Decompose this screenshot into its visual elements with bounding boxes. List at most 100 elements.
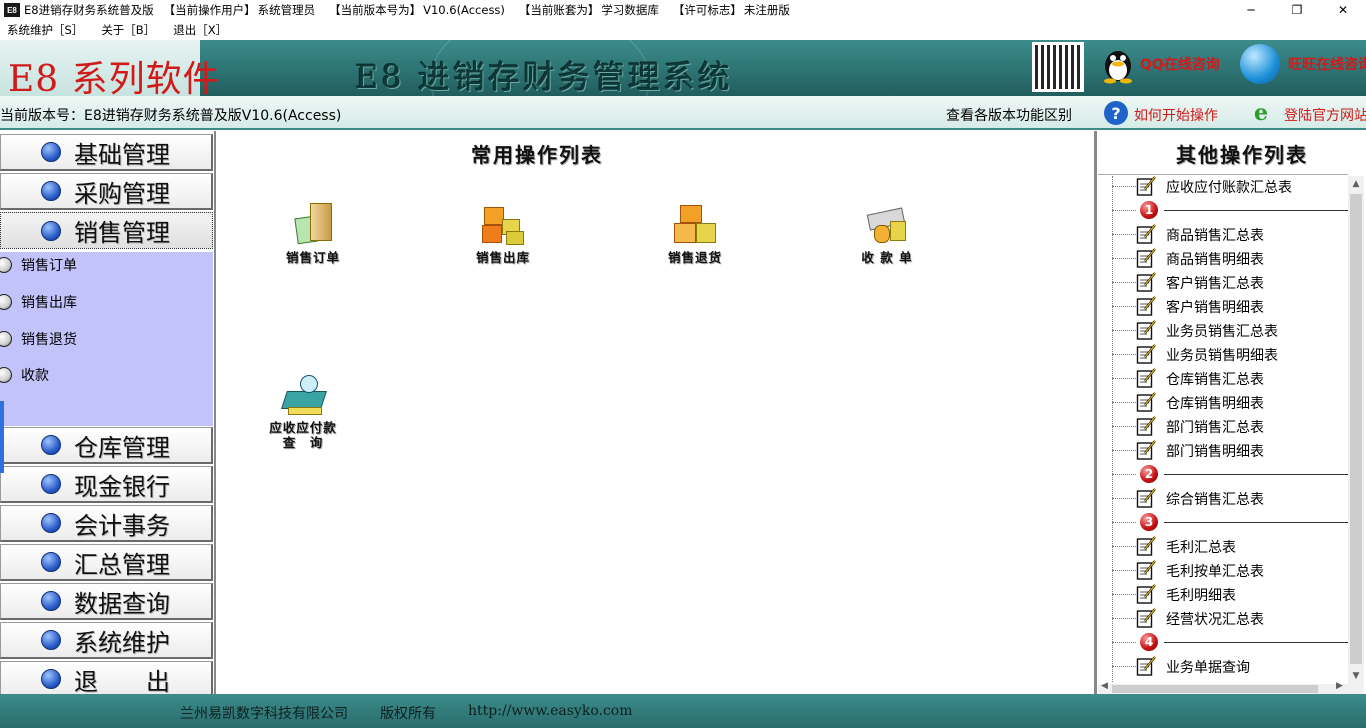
op-label: 销售退货 — [667, 250, 722, 265]
tree-connector — [1112, 522, 1136, 523]
tree-item-report[interactable]: 经营状况汇总表 — [1098, 607, 1348, 629]
sub-nav-bullet-icon — [0, 294, 12, 310]
tree-connector — [1112, 402, 1136, 403]
notepad-pencil-icon — [1136, 584, 1156, 604]
tree-item-report[interactable]: 客户销售汇总表 — [1098, 271, 1348, 293]
left-edge-marker — [0, 401, 4, 473]
tree-item-label: 客户销售明细表 — [1166, 300, 1264, 316]
op-receivable-payable-query[interactable]: 应收应付款 查 询 — [248, 373, 358, 450]
tree-item-report[interactable]: 综合销售汇总表 — [1098, 487, 1348, 509]
nav-exit[interactable]: 退 出 — [0, 661, 213, 698]
scroll-up-icon[interactable]: ▲ — [1348, 176, 1364, 192]
nav-label: 现金银行 — [74, 472, 170, 501]
scroll-left-icon[interactable]: ◀ — [1101, 681, 1108, 691]
tree-connector — [1112, 618, 1136, 619]
nav-data-query[interactable]: 数据查询 — [0, 583, 213, 620]
op-sales-outbound[interactable]: 销售出库 — [448, 203, 558, 265]
tree-connector — [1112, 258, 1136, 259]
tree-item-report[interactable]: 业务单据查询 — [1098, 655, 1348, 677]
scroll-thumb-horizontal[interactable] — [1112, 685, 1318, 693]
scroll-right-icon[interactable]: ▶ — [1336, 681, 1343, 691]
sub-nav-sales-return[interactable]: 销售退货 — [0, 326, 77, 352]
tree-item-label: 商品销售汇总表 — [1166, 228, 1264, 244]
sub-nav-sales-outbound[interactable]: 销售出库 — [0, 289, 77, 315]
tree-item-report[interactable]: 应收应付账款汇总表 — [1098, 175, 1348, 197]
tree-item-report[interactable]: 毛利明细表 — [1098, 583, 1348, 605]
separator-line — [1164, 474, 1348, 475]
tree-item-label: 业务单据查询 — [1166, 660, 1250, 676]
nav-cash-bank[interactable]: 现金银行 — [0, 466, 213, 503]
tree-item-report[interactable]: 毛利汇总表 — [1098, 535, 1348, 557]
system-name: E8 进销存财务管理系统 — [355, 58, 733, 96]
nav-accounting[interactable]: 会计事务 — [0, 505, 213, 542]
notepad-pencil-icon — [1136, 272, 1156, 292]
qq-penguin-icon[interactable] — [1100, 44, 1136, 84]
tree-item-report[interactable]: 仓库销售明细表 — [1098, 391, 1348, 413]
scroll-thumb[interactable] — [1350, 194, 1362, 664]
tree-item-label: 综合销售汇总表 — [1166, 492, 1264, 508]
separator-line — [1164, 210, 1348, 211]
official-site-link[interactable]: 登陆官方网站 — [1284, 105, 1366, 125]
close-button[interactable]: ✕ — [1320, 0, 1366, 20]
restore-button[interactable]: ❐ — [1274, 0, 1320, 20]
help-icon[interactable]: ? — [1104, 101, 1128, 125]
tree-connector — [1112, 642, 1136, 643]
tree-item-report[interactable]: 客户销售明细表 — [1098, 295, 1348, 317]
nav-dot-icon — [41, 220, 61, 241]
nav-purchase-management[interactable]: 采购管理 — [0, 173, 213, 210]
tree-item-report[interactable]: 业务员销售汇总表 — [1098, 319, 1348, 341]
notepad-pencil-icon — [1136, 368, 1156, 388]
notepad-pencil-icon — [1136, 320, 1156, 340]
tree-vertical-scrollbar[interactable]: ▲ ▼ — [1348, 176, 1364, 684]
tree-horizontal-scrollbar[interactable]: ◀ ▶ — [1098, 681, 1364, 694]
sub-nav-sales-order[interactable]: 销售订单 — [0, 252, 77, 278]
nav-label: 基础管理 — [74, 140, 170, 169]
notepad-pencil-icon — [1136, 176, 1156, 196]
tree-item-report[interactable]: 毛利按单汇总表 — [1098, 559, 1348, 581]
nav-label: 采购管理 — [74, 179, 170, 208]
scroll-down-icon[interactable]: ▼ — [1348, 668, 1364, 684]
tree-connector — [1112, 210, 1136, 211]
how-to-start-link[interactable]: 如何开始操作 — [1134, 105, 1218, 125]
receipt-icon — [864, 203, 910, 247]
tree-separator: 3 — [1098, 511, 1348, 533]
compare-versions-link[interactable]: 查看各版本功能区别 — [946, 105, 1072, 125]
tree-item-report[interactable]: 业务员销售明细表 — [1098, 343, 1348, 365]
nav-dot-icon — [41, 142, 61, 162]
current-user-label: 【当前操作用户】 — [163, 3, 256, 17]
footer-rights: 版权所有 — [380, 706, 436, 722]
minimize-button[interactable]: ─ — [1228, 0, 1274, 20]
tree-item-report[interactable]: 仓库销售汇总表 — [1098, 367, 1348, 389]
nav-basic-management[interactable]: 基础管理 — [0, 134, 213, 171]
menu-about[interactable]: 关于［B］ — [101, 22, 155, 38]
nav-summary-management[interactable]: 汇总管理 — [0, 544, 213, 581]
op-receipt[interactable]: 收 款 单 — [832, 203, 942, 265]
qq-consult-link[interactable]: QQ在线咨询 — [1140, 54, 1220, 74]
tree-item-report[interactable]: 商品销售明细表 — [1098, 247, 1348, 269]
wangwang-consult-link[interactable]: 旺旺在线咨询 — [1288, 54, 1366, 74]
nav-system-maintenance[interactable]: 系统维护 — [0, 622, 213, 659]
wangwang-icon[interactable] — [1240, 44, 1280, 84]
sub-nav-receipt[interactable]: 收款 — [0, 362, 49, 388]
op-label: 应收应付款 — [269, 420, 337, 435]
footer-company: 兰州易凯数字科技有限公司 — [180, 706, 348, 722]
menu-exit[interactable]: 退出［X］ — [173, 22, 227, 38]
tree-item-report[interactable]: 部门销售汇总表 — [1098, 415, 1348, 437]
menu-system-maintenance[interactable]: 系统维护［S］ — [7, 22, 83, 38]
tree-item-report[interactable]: 部门销售明细表 — [1098, 439, 1348, 461]
notepad-pencil-icon — [1136, 560, 1156, 580]
notepad-pencil-icon — [1136, 488, 1156, 508]
group-number-icon: 3 — [1140, 513, 1158, 531]
sales-return-icon — [672, 203, 718, 247]
ie-browser-icon[interactable]: e — [1254, 101, 1278, 125]
nav-sales-management[interactable]: 销售管理 — [0, 212, 213, 249]
tree-connector — [1112, 546, 1136, 547]
tree-item-report[interactable]: 商品销售汇总表 — [1098, 223, 1348, 245]
version-value: V10.6(Access) — [423, 3, 505, 17]
op-sales-order[interactable]: 销售订单 — [258, 203, 368, 265]
op-sales-return[interactable]: 销售退货 — [640, 203, 750, 265]
nav-warehouse-management[interactable]: 仓库管理 — [0, 427, 213, 464]
footer-bar: 兰州易凯数字科技有限公司 版权所有 http://www.easyko.com — [0, 694, 1366, 728]
sub-nav-label: 销售出库 — [21, 295, 77, 311]
tree-connector — [1112, 186, 1136, 187]
